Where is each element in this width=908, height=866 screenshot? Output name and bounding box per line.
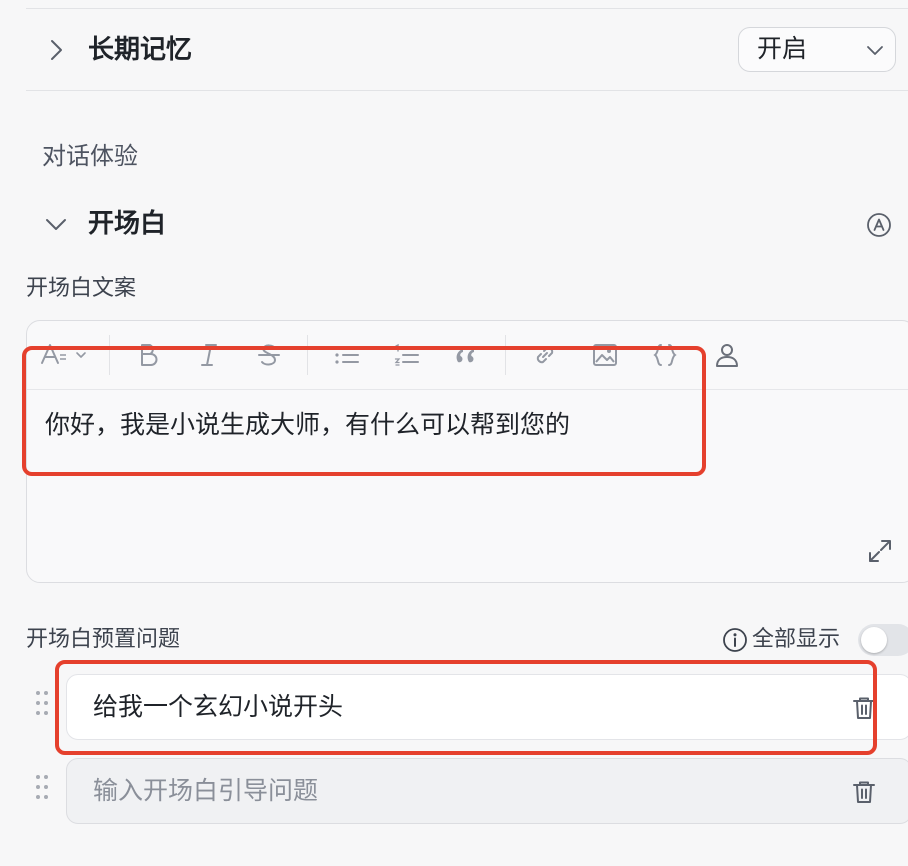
- trash-icon[interactable]: [851, 779, 877, 805]
- numbered-list-icon[interactable]: [393, 341, 421, 369]
- expand-icon[interactable]: [867, 538, 893, 564]
- show-all-toggle[interactable]: [858, 624, 908, 656]
- text-style-icon[interactable]: [39, 341, 89, 369]
- info-icon: [723, 628, 747, 652]
- strikethrough-icon[interactable]: [255, 341, 283, 369]
- bot-config-panel: 长期记忆 开启 对话体验 开场白 开场白文案 你好，我是小说生成大师，有什么可以…: [0, 0, 908, 866]
- chevron-right-icon[interactable]: [44, 38, 68, 62]
- bold-icon[interactable]: [135, 341, 163, 369]
- code-block-icon[interactable]: [651, 341, 679, 369]
- link-icon[interactable]: [531, 341, 559, 369]
- memory-select-value: 开启: [757, 34, 808, 63]
- drag-handle-icon[interactable]: [34, 773, 50, 801]
- opening-editor[interactable]: 你好，我是小说生成大师，有什么可以帮到您的: [26, 320, 908, 583]
- chevron-down-icon[interactable]: [44, 212, 68, 236]
- new-question-input[interactable]: 输入开场白引导问题: [66, 758, 908, 824]
- toggle-knob: [861, 627, 887, 653]
- preset-question-input[interactable]: 给我一个玄幻小说开头: [66, 674, 908, 740]
- chevron-down-icon: [867, 46, 883, 55]
- toolbar-separator: [505, 335, 506, 375]
- quote-icon[interactable]: [453, 341, 481, 369]
- section-heading: 对话体验: [42, 142, 138, 170]
- show-all-label: 全部显示: [752, 627, 841, 652]
- toolbar-separator: [109, 335, 110, 375]
- drag-handle-icon[interactable]: [34, 689, 50, 717]
- editor-toolbar: [27, 321, 908, 390]
- preset-questions-label: 开场白预置问题: [26, 627, 181, 652]
- opening-copy-label: 开场白文案: [26, 276, 137, 301]
- toolbar-separator: [307, 335, 308, 375]
- italic-icon[interactable]: [195, 341, 223, 369]
- long-term-memory-title[interactable]: 长期记忆: [88, 35, 192, 65]
- user-icon[interactable]: [713, 341, 741, 369]
- top-divider: [26, 8, 908, 9]
- memory-divider: [26, 90, 908, 91]
- opening-title[interactable]: 开场白: [88, 209, 166, 239]
- opening-editor-text[interactable]: 你好，我是小说生成大师，有什么可以帮到您的: [45, 409, 570, 441]
- bullet-list-icon[interactable]: [333, 341, 361, 369]
- image-icon[interactable]: [591, 341, 619, 369]
- preset-question-value[interactable]: 给我一个玄幻小说开头: [93, 691, 343, 723]
- memory-select[interactable]: 开启: [738, 27, 896, 72]
- ai-badge-icon[interactable]: [866, 212, 892, 238]
- trash-icon[interactable]: [851, 695, 877, 721]
- new-question-placeholder[interactable]: 输入开场白引导问题: [93, 775, 318, 807]
